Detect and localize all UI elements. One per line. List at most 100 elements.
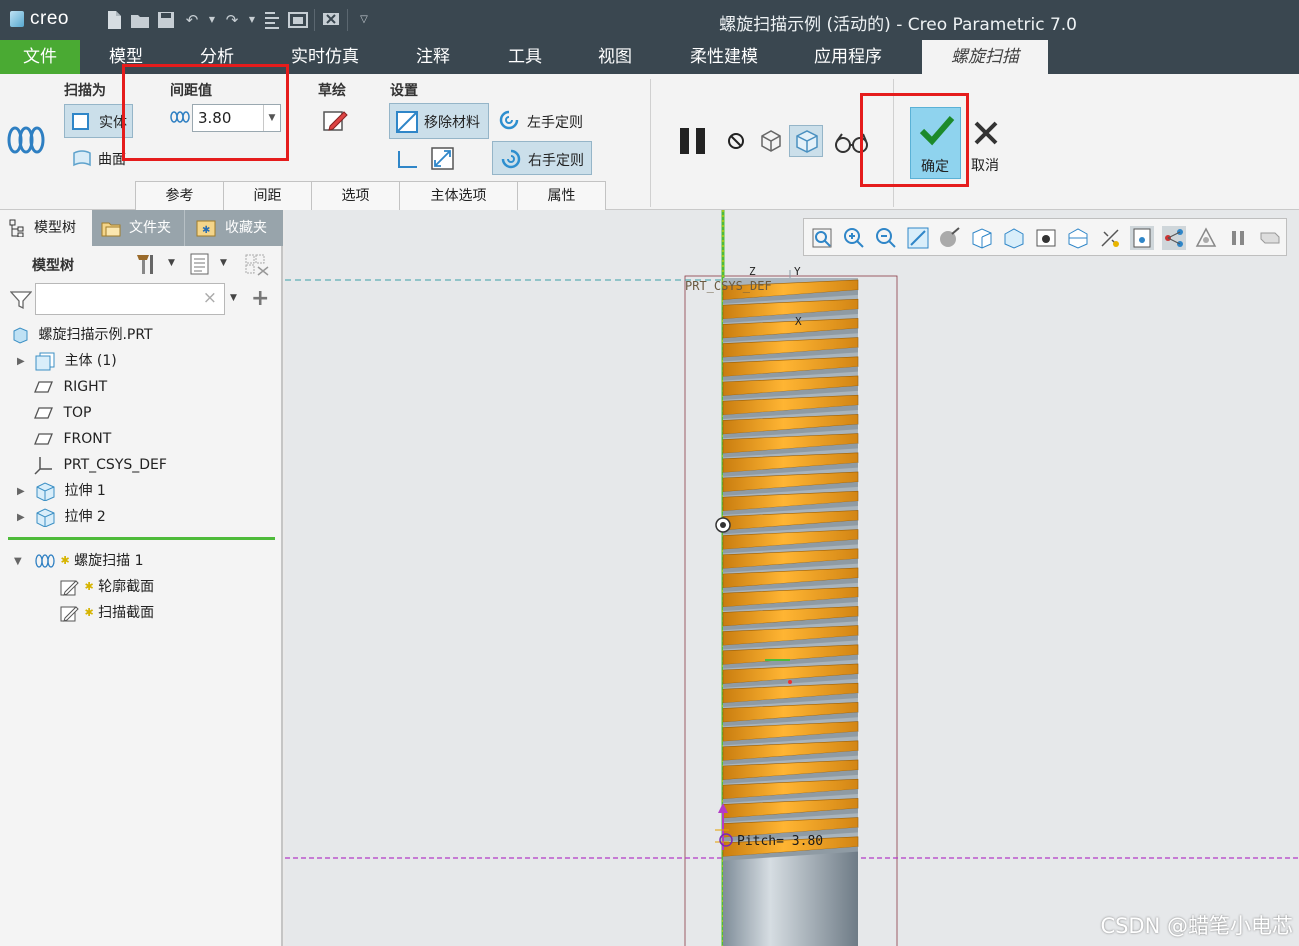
- creo-logo: creo: [10, 8, 69, 30]
- settings-title: 设置: [390, 83, 418, 99]
- insert-indicator: [8, 537, 275, 540]
- ok-highlight-box: [860, 93, 969, 187]
- tab-annotate[interactable]: 注释: [396, 40, 470, 74]
- tab-applications[interactable]: 应用程序: [800, 40, 896, 74]
- close-window-icon[interactable]: [321, 10, 341, 30]
- remove-material-button[interactable]: 移除材料: [389, 103, 489, 139]
- layer-filter-icon[interactable]: [244, 252, 272, 282]
- right-hand-rule-icon: [501, 149, 521, 169]
- sweep-as-title: 扫描为: [64, 83, 106, 99]
- tab-pitch[interactable]: 间距: [223, 181, 312, 210]
- tab-live-simulation[interactable]: 实时仿真: [276, 40, 374, 74]
- sketch-view-icon: [398, 151, 417, 168]
- left-hand-rule-icon: [499, 110, 519, 130]
- tree-item-extrude-2[interactable]: 拉伸 2: [34, 506, 106, 528]
- resize-button[interactable]: [430, 146, 456, 176]
- tree-item-label: 拉伸 1: [64, 483, 106, 499]
- filter-dropdown-icon[interactable]: ▼: [230, 293, 237, 303]
- tab-tools[interactable]: 工具: [488, 40, 562, 74]
- tab-properties[interactable]: 属性: [517, 181, 606, 210]
- datum-plane-icon: [34, 433, 53, 445]
- csys-label: PRT_CSYS_DEF: [685, 279, 772, 293]
- tree-item-helical-sweep[interactable]: ✱ 螺旋扫描 1: [34, 550, 143, 572]
- show-icon[interactable]: [189, 252, 211, 280]
- tab-model-tree[interactable]: 模型树: [0, 210, 92, 246]
- collapse-icon[interactable]: ▼: [14, 556, 22, 567]
- right-hand-rule-button[interactable]: 右手定则: [492, 141, 592, 175]
- new-file-icon[interactable]: [104, 10, 124, 30]
- body-icon: [35, 352, 55, 371]
- svg-text:✱: ✱: [202, 225, 210, 236]
- sketch-button[interactable]: [322, 106, 348, 138]
- tree-item-top-plane[interactable]: TOP: [34, 402, 91, 424]
- tree-item-label: 轮廓截面: [98, 579, 155, 595]
- tab-helical-sweep[interactable]: 螺旋扫描: [922, 40, 1048, 74]
- tree-item-profile-section[interactable]: ✱ 轮廓截面: [60, 576, 154, 598]
- tree-item-sweep-section[interactable]: ✱ 扫描截面: [60, 602, 154, 624]
- clear-filter-icon[interactable]: ×: [203, 288, 217, 308]
- tree-item-label: PRT_CSYS_DEF: [63, 457, 167, 473]
- tree-settings-icon[interactable]: [134, 251, 160, 281]
- model-tree-icon: [9, 219, 24, 237]
- creo-cube-icon: [10, 11, 24, 27]
- surface-icon: [73, 150, 91, 167]
- close-icon: [974, 121, 998, 145]
- pitch-highlight-box: [122, 64, 289, 161]
- toolbar-separator: [314, 9, 315, 31]
- sketch-icon: [60, 580, 79, 596]
- geometry-preview-icon[interactable]: [758, 128, 784, 156]
- tab-flexible-modeling[interactable]: 柔性建模: [675, 40, 773, 74]
- regenerate-icon[interactable]: [262, 10, 282, 30]
- expand-icon[interactable]: ▶: [17, 356, 25, 367]
- tab-view[interactable]: 视图: [578, 40, 652, 74]
- open-file-icon[interactable]: [130, 10, 150, 30]
- left-hand-rule-button[interactable]: 左手定则: [497, 108, 597, 136]
- dashboard-tabs: 参考 间距 选项 主体选项 属性: [135, 181, 606, 210]
- tree-filter-input[interactable]: ×: [35, 283, 225, 315]
- coordinate-system-icon: [34, 457, 52, 475]
- redo-dropdown-icon[interactable]: ▼: [248, 10, 256, 30]
- pause-icon[interactable]: [678, 126, 708, 160]
- expand-icon[interactable]: ▶: [17, 486, 25, 497]
- sketch-view-button[interactable]: [396, 148, 420, 174]
- add-filter-icon[interactable]: +: [251, 286, 269, 311]
- tab-favorites[interactable]: ✱ 收藏夹: [184, 210, 283, 246]
- tree-settings-dropdown-icon[interactable]: ▼: [168, 258, 175, 268]
- redo-icon[interactable]: ↷: [222, 10, 242, 30]
- tree-item-csys[interactable]: PRT_CSYS_DEF: [34, 454, 167, 476]
- tree-item-front-plane[interactable]: FRONT: [34, 428, 111, 450]
- remove-material-icon: [396, 111, 418, 133]
- axis-z-label: Z: [749, 265, 756, 278]
- tab-file[interactable]: 文件: [0, 40, 80, 74]
- tree-item-right-plane[interactable]: RIGHT: [34, 376, 107, 398]
- tree-item-label: RIGHT: [63, 379, 108, 395]
- undo-dropdown-icon[interactable]: ▼: [208, 10, 216, 30]
- quick-access-toolbar: ↶ ▼ ↷ ▼ ▽: [104, 9, 374, 31]
- verify-mode-icon: [796, 130, 818, 153]
- windows-icon[interactable]: [288, 10, 308, 30]
- tab-references[interactable]: 参考: [135, 181, 224, 210]
- tab-body-options[interactable]: 主体选项: [399, 181, 518, 210]
- model-tree-heading: 模型树: [32, 258, 74, 274]
- expand-icon[interactable]: ▶: [17, 512, 25, 523]
- tree-item-part[interactable]: 螺旋扫描示例.PRT: [10, 324, 153, 346]
- cancel-button[interactable]: 取消: [967, 114, 1007, 178]
- tree-item-body[interactable]: 主体 (1): [34, 350, 117, 372]
- helical-sweep-small-icon: [35, 554, 55, 568]
- folder-tab-label: 文件夹: [129, 220, 171, 236]
- tree-item-label: 拉伸 2: [64, 509, 106, 525]
- verify-mode-button[interactable]: [789, 125, 823, 157]
- customize-toolbar-icon[interactable]: ▽: [354, 10, 374, 30]
- tab-folder-browser[interactable]: 文件夹: [92, 210, 184, 246]
- graphics-window[interactable]: Z Y X PRT_CSYS_DEF Pitch= 3.80 CSDN @蜡笔小…: [285, 210, 1299, 946]
- tree-item-label: 螺旋扫描 1: [74, 553, 144, 569]
- sketch-pencil-icon: [323, 111, 348, 131]
- no-preview-icon[interactable]: [727, 132, 745, 154]
- pitch-dimension-label[interactable]: Pitch= 3.80: [737, 834, 823, 849]
- tree-item-extrude-1[interactable]: 拉伸 1: [34, 480, 106, 502]
- tab-options[interactable]: 选项: [311, 181, 400, 210]
- show-dropdown-icon[interactable]: ▼: [220, 258, 227, 268]
- save-icon[interactable]: [156, 10, 176, 30]
- sketch-icon: [60, 606, 79, 622]
- undo-icon[interactable]: ↶: [182, 10, 202, 30]
